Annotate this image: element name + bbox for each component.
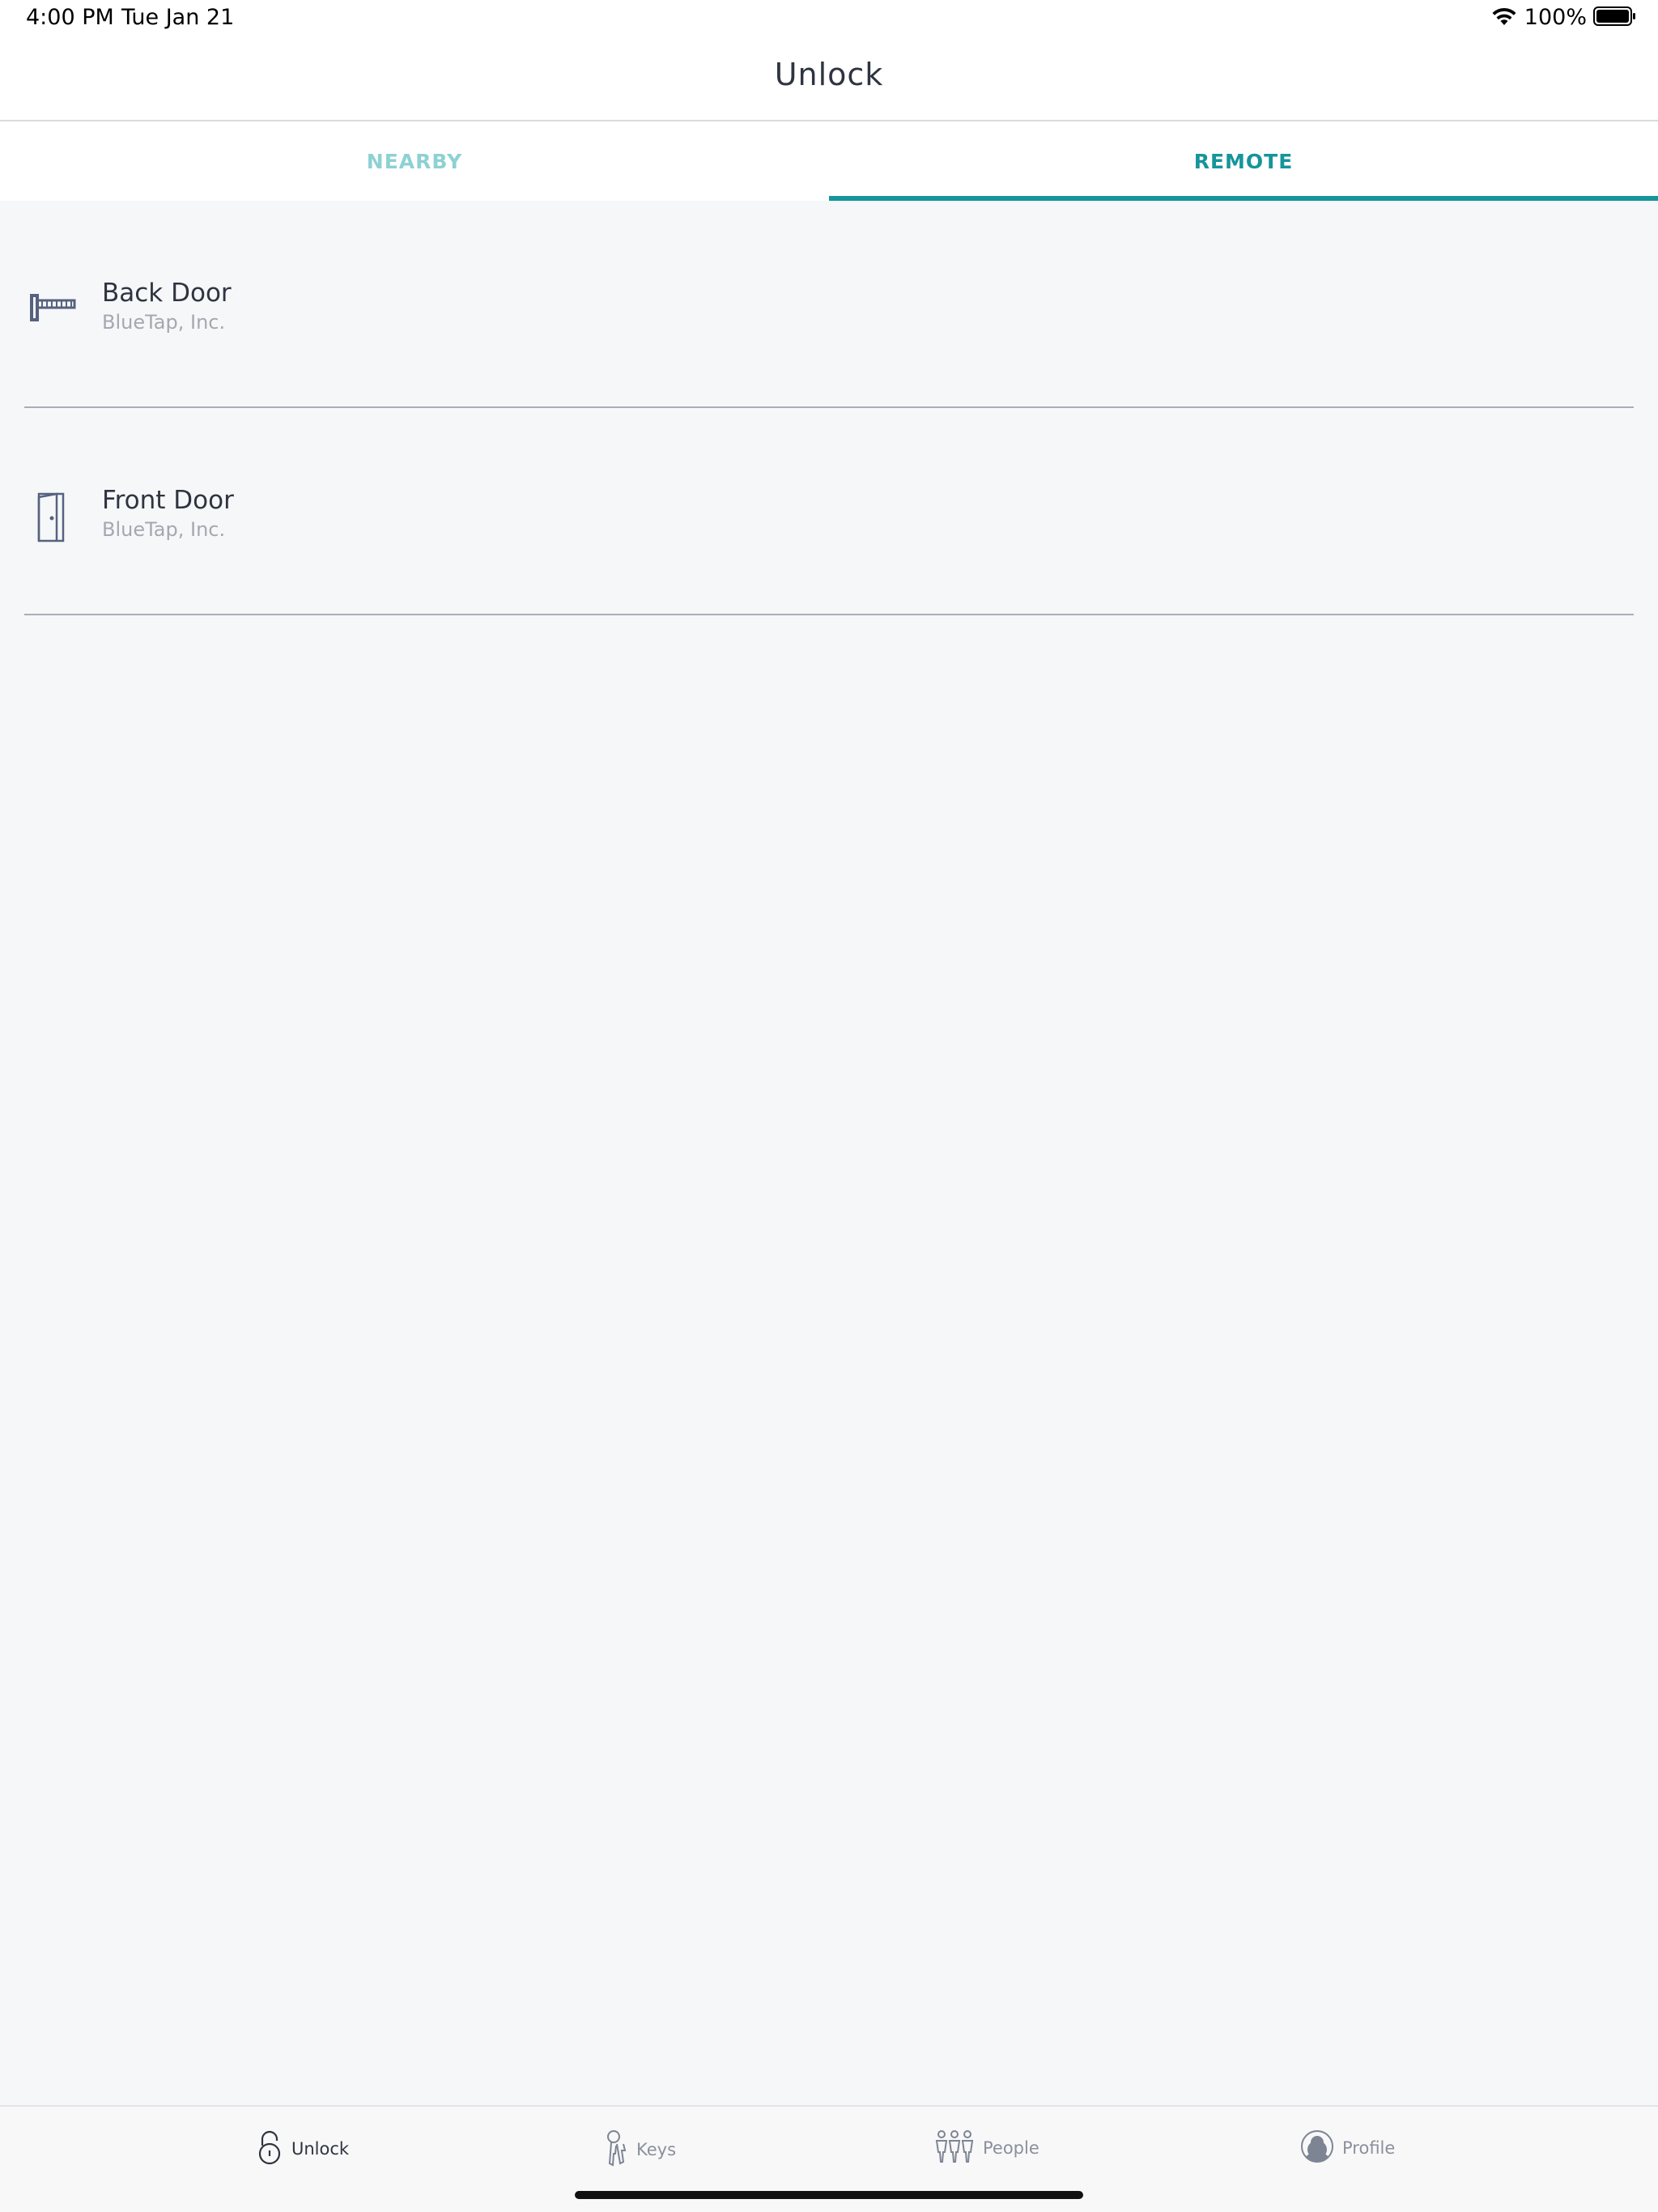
status-date: Tue Jan 21 xyxy=(121,5,235,30)
tab-bar-label: Unlock xyxy=(291,2139,350,2159)
tab-bar-unlock[interactable]: Unlock xyxy=(256,2129,349,2168)
door-name: Back Door xyxy=(102,279,232,308)
status-indicators: 100% xyxy=(1490,5,1637,30)
home-indicator[interactable] xyxy=(575,2191,1083,2199)
key-icon xyxy=(604,2129,628,2170)
door-name: Front Door xyxy=(102,486,234,515)
people-icon xyxy=(934,2129,975,2167)
list-divider xyxy=(24,614,1634,615)
page-title: Unlock xyxy=(774,57,884,92)
tab-bar-label: Keys xyxy=(636,2140,677,2159)
list-item-front-door[interactable]: Front Door BlueTap, Inc. xyxy=(0,408,1658,615)
tab-bar-people[interactable]: People xyxy=(934,2129,1039,2167)
door-list: Back Door BlueTap, Inc. Front Door BlueT… xyxy=(0,201,1658,615)
unlock-screen: 4:00 PM Tue Jan 21 100% Unlock NEARBY RE… xyxy=(0,0,1658,2212)
door-organization: BlueTap, Inc. xyxy=(102,311,226,334)
gate-barrier-icon xyxy=(24,282,81,338)
tab-bar-profile[interactable]: Profile xyxy=(1300,2129,1395,2167)
tab-bar-keys[interactable]: Keys xyxy=(604,2129,676,2170)
profile-icon xyxy=(1300,2129,1334,2167)
tab-bar-label: Profile xyxy=(1342,2138,1396,2158)
status-bar: 4:00 PM Tue Jan 21 100% xyxy=(0,0,1658,39)
tab-remote[interactable]: REMOTE xyxy=(829,121,1658,201)
tab-nearby[interactable]: NEARBY xyxy=(0,121,829,201)
battery-percentage: 100% xyxy=(1524,5,1587,30)
status-time: 4:00 PM xyxy=(26,5,114,30)
navigation-header: Unlock xyxy=(0,39,1658,121)
door-organization: BlueTap, Inc. xyxy=(102,518,226,541)
unlock-mode-tabs: NEARBY REMOTE xyxy=(0,121,1658,201)
padlock-icon xyxy=(256,2129,283,2168)
door-icon xyxy=(24,489,81,546)
battery-icon xyxy=(1593,6,1637,30)
tab-bar-label: People xyxy=(983,2138,1039,2158)
wifi-icon xyxy=(1490,6,1518,30)
list-item-back-door[interactable]: Back Door BlueTap, Inc. xyxy=(0,201,1658,408)
